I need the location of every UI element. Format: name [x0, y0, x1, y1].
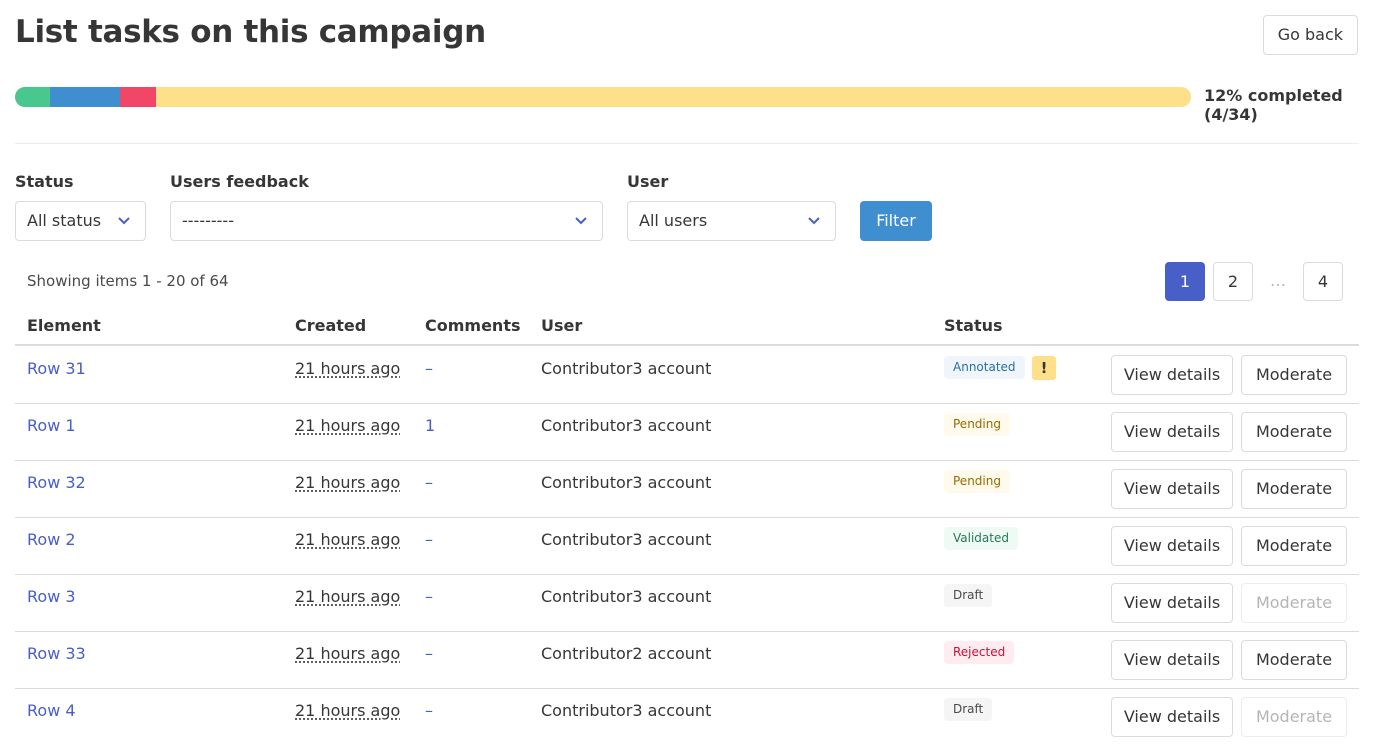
- progress-bar: [15, 87, 1191, 107]
- comments-link[interactable]: –: [425, 644, 433, 663]
- status-filter-label: Status: [15, 172, 74, 191]
- divider: [15, 143, 1359, 144]
- user-select-value: All users: [639, 211, 708, 230]
- feedback-filter-label: Users feedback: [170, 172, 309, 191]
- filter-button[interactable]: Filter: [860, 201, 932, 241]
- progress-segment-annotated: [50, 87, 121, 107]
- moderate-button: Moderate: [1241, 697, 1347, 737]
- pagination-ellipsis: …: [1270, 271, 1286, 290]
- element-link[interactable]: Row 4: [27, 701, 76, 720]
- user-filter-label: User: [627, 172, 669, 191]
- table-row: Row 3 21 hours ago – Contributor3 account Dr…: [15, 575, 1359, 632]
- page-title: List tasks on this campaign: [15, 14, 486, 50]
- view-details-button[interactable]: View details: [1111, 355, 1233, 395]
- view-details-button[interactable]: View details: [1111, 469, 1233, 509]
- created-date: 21 hours ago: [295, 701, 401, 720]
- comments-link[interactable]: –: [425, 701, 433, 720]
- element-link[interactable]: Row 2: [27, 530, 76, 549]
- status-badge: Validated: [944, 527, 1018, 550]
- moderate-button[interactable]: Moderate: [1241, 355, 1347, 395]
- moderate-button[interactable]: Moderate: [1241, 640, 1347, 680]
- user-name: Contributor3 account: [541, 359, 712, 378]
- status-badge: Draft: [944, 584, 993, 607]
- comments-link[interactable]: –: [425, 530, 433, 549]
- view-details-button[interactable]: View details: [1111, 697, 1233, 737]
- element-link[interactable]: Row 33: [27, 644, 86, 663]
- user-select[interactable]: All users: [627, 201, 836, 241]
- status-badge: Rejected: [944, 641, 1015, 664]
- user-name: Contributor2 account: [541, 644, 712, 663]
- element-link[interactable]: Row 31: [27, 359, 86, 378]
- table-row: Row 31 21 hours ago – Contributor3 account A…: [15, 347, 1359, 404]
- created-date: 21 hours ago: [295, 644, 401, 663]
- comments-link[interactable]: –: [425, 359, 433, 378]
- progress-label: 12% completed (4/34): [1204, 86, 1343, 124]
- page-link[interactable]: 4: [1303, 262, 1343, 301]
- column-header-comments: Comments: [425, 316, 521, 335]
- page-link[interactable]: 2: [1213, 262, 1253, 301]
- user-name: Contributor3 account: [541, 473, 712, 492]
- feedback-select-value: ---------: [182, 211, 234, 230]
- table-row: Row 1 21 hours ago 1 Contributor3 account Pe…: [15, 404, 1359, 461]
- view-details-button[interactable]: View details: [1111, 640, 1233, 680]
- element-link[interactable]: Row 32: [27, 473, 86, 492]
- column-header-user: User: [541, 316, 583, 335]
- column-header-element: Element: [27, 316, 101, 335]
- table-row: Row 4 21 hours ago – Contributor3 account Dr…: [15, 689, 1359, 745]
- warning-icon[interactable]: !: [1032, 356, 1056, 380]
- page: List tasks on this campaign Go back 12% …: [0, 0, 1379, 745]
- progress-segment-pending: [156, 87, 1191, 107]
- go-back-button[interactable]: Go back: [1262, 15, 1358, 55]
- view-details-button[interactable]: View details: [1111, 412, 1233, 452]
- feedback-select[interactable]: ---------: [170, 201, 603, 241]
- created-date: 21 hours ago: [295, 587, 401, 606]
- status-badge: Pending: [944, 470, 1010, 493]
- chevron-down-icon: [118, 217, 130, 225]
- created-date: 21 hours ago: [295, 473, 401, 492]
- table-row: Row 2 21 hours ago – Contributor3 account Va…: [15, 518, 1359, 575]
- user-name: Contributor3 account: [541, 587, 712, 606]
- showing-items-text: Showing items 1 - 20 of 64: [27, 272, 229, 290]
- created-date: 21 hours ago: [295, 359, 401, 378]
- created-date: 21 hours ago: [295, 530, 401, 549]
- page-link-current[interactable]: 1: [1165, 262, 1205, 301]
- user-name: Contributor3 account: [541, 701, 712, 720]
- progress-segment-rejected: [120, 87, 157, 107]
- view-details-button[interactable]: View details: [1111, 526, 1233, 566]
- moderate-button[interactable]: Moderate: [1241, 526, 1347, 566]
- moderate-button[interactable]: Moderate: [1241, 412, 1347, 452]
- table-row: Row 33 21 hours ago – Contributor2 account R…: [15, 632, 1359, 689]
- user-name: Contributor3 account: [541, 530, 712, 549]
- moderate-button: Moderate: [1241, 583, 1347, 623]
- element-link[interactable]: Row 3: [27, 587, 76, 606]
- element-link[interactable]: Row 1: [27, 416, 76, 435]
- comments-link[interactable]: –: [425, 473, 433, 492]
- status-badge: Pending: [944, 413, 1010, 436]
- status-select-value: All status: [27, 211, 102, 230]
- moderate-button[interactable]: Moderate: [1241, 469, 1347, 509]
- status-select[interactable]: All status: [15, 201, 146, 241]
- status-badge: Draft: [944, 698, 993, 721]
- comments-link[interactable]: –: [425, 587, 433, 606]
- table-row: Row 32 21 hours ago – Contributor3 account P…: [15, 461, 1359, 518]
- view-details-button[interactable]: View details: [1111, 583, 1233, 623]
- comments-link[interactable]: 1: [425, 416, 435, 435]
- user-name: Contributor3 account: [541, 416, 712, 435]
- chevron-down-icon: [808, 217, 820, 225]
- progress-segment-validated: [15, 87, 51, 107]
- column-header-status: Status: [944, 316, 1003, 335]
- table-header: Element Created Comments User Status: [15, 316, 1359, 346]
- column-header-created: Created: [295, 316, 367, 335]
- chevron-down-icon: [575, 217, 587, 225]
- created-date: 21 hours ago: [295, 416, 401, 435]
- status-badge: Annotated: [944, 356, 1025, 379]
